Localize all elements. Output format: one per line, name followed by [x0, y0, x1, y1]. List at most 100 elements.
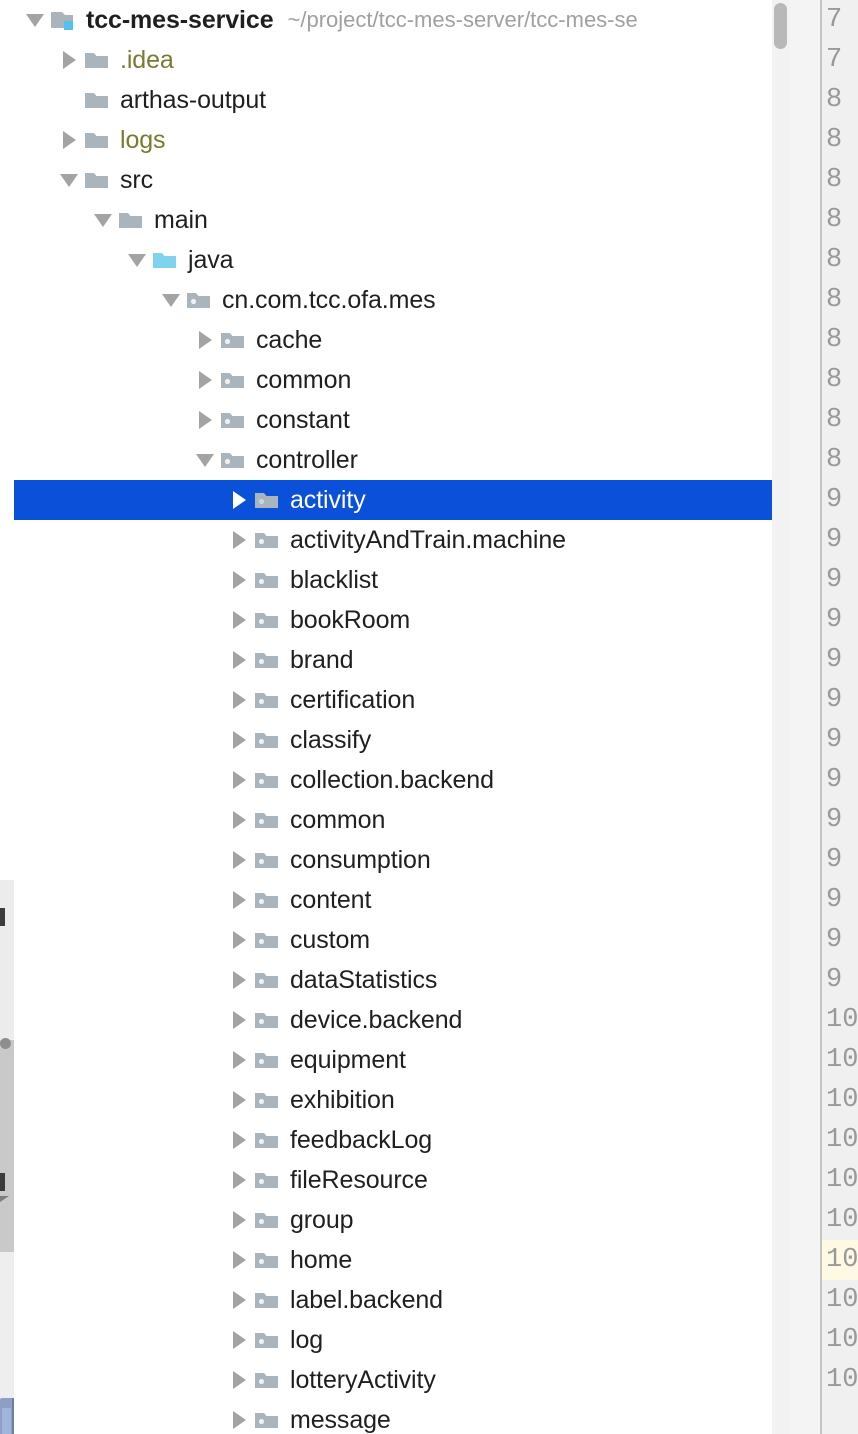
tree-row[interactable]: message — [14, 1400, 790, 1434]
tree-row[interactable]: src — [14, 160, 790, 200]
chevron-right-icon[interactable] — [226, 760, 252, 800]
tree-row[interactable]: exhibition — [14, 1080, 790, 1120]
chevron-right-icon[interactable] — [226, 840, 252, 880]
chevron-right-icon[interactable] — [226, 560, 252, 600]
chevron-right-icon[interactable] — [226, 520, 252, 560]
tree-row[interactable]: dataStatistics — [14, 960, 790, 1000]
tree-row[interactable]: activityAndTrain.machine — [14, 520, 790, 560]
tree-row[interactable]: device.backend — [14, 1000, 790, 1040]
tree-row[interactable]: certification — [14, 680, 790, 720]
chevron-right-icon[interactable] — [226, 1040, 252, 1080]
line-number: 8 — [826, 445, 843, 475]
chevron-down-icon[interactable] — [192, 440, 218, 480]
line-number: 10 — [826, 1085, 858, 1115]
tree-row[interactable]: logs — [14, 120, 790, 160]
line-number: 8 — [826, 125, 843, 155]
tree-row[interactable]: feedbackLog — [14, 1120, 790, 1160]
chevron-down-icon[interactable] — [90, 200, 116, 240]
chevron-right-icon[interactable] — [226, 960, 252, 1000]
sliver-triangle-icon — [0, 1196, 9, 1202]
chevron-right-icon[interactable] — [226, 1080, 252, 1120]
tree-row-label: controller — [256, 446, 358, 474]
tree-row[interactable]: fileResource — [14, 1160, 790, 1200]
line-number: 9 — [826, 685, 843, 715]
chevron-right-icon[interactable] — [226, 1120, 252, 1160]
chevron-right-icon[interactable] — [226, 480, 252, 520]
chevron-right-icon[interactable] — [226, 1400, 252, 1434]
project-tree-panel[interactable]: tcc-mes-service ~/project/tcc-mes-server/… — [14, 0, 790, 1434]
package-icon — [252, 1000, 286, 1040]
tree-row-label: arthas-output — [120, 86, 267, 114]
chevron-right-icon[interactable] — [226, 600, 252, 640]
tree-row[interactable]: collection.backend — [14, 760, 790, 800]
package-icon — [252, 600, 286, 640]
chevron-right-icon[interactable] — [226, 800, 252, 840]
project-tree-scrollbar-thumb[interactable] — [774, 3, 787, 49]
chevron-right-icon[interactable] — [226, 1000, 252, 1040]
line-number: 7 — [826, 5, 843, 35]
project-tree-scrollbar-track[interactable] — [772, 0, 790, 1434]
chevron-down-icon[interactable] — [56, 160, 82, 200]
tree-row-label: group — [290, 1206, 354, 1234]
chevron-right-icon[interactable] — [226, 1160, 252, 1200]
tree-row-selected[interactable]: activity — [14, 480, 790, 520]
line-number: 7 — [826, 45, 843, 75]
tree-row[interactable]: controller — [14, 440, 790, 480]
tree-row[interactable]: cache — [14, 320, 790, 360]
chevron-right-icon[interactable] — [192, 320, 218, 360]
chevron-right-icon[interactable] — [226, 1280, 252, 1320]
tree-row[interactable]: group — [14, 1200, 790, 1240]
tree-row[interactable]: log — [14, 1320, 790, 1360]
tree-row[interactable]: consumption — [14, 840, 790, 880]
tree-row[interactable]: main — [14, 200, 790, 240]
chevron-down-icon[interactable] — [22, 0, 48, 40]
tree-row-label: label.backend — [290, 1286, 443, 1314]
tree-row[interactable]: blacklist — [14, 560, 790, 600]
tree-row[interactable]: custom — [14, 920, 790, 960]
folder-icon — [82, 120, 116, 160]
tree-row[interactable]: cn.com.tcc.ofa.mes — [14, 280, 790, 320]
sliver-circle-icon — [0, 1038, 11, 1049]
tree-row[interactable]: classify — [14, 720, 790, 760]
line-number: 9 — [826, 605, 843, 635]
tree-row[interactable]: tcc-mes-service ~/project/tcc-mes-server/… — [14, 0, 790, 40]
chevron-right-icon[interactable] — [56, 40, 82, 80]
tree-row[interactable]: label.backend — [14, 1280, 790, 1320]
chevron-down-icon[interactable] — [158, 280, 184, 320]
tree-row[interactable]: common — [14, 360, 790, 400]
package-icon — [252, 960, 286, 1000]
tree-row-label: feedbackLog — [290, 1126, 433, 1154]
tree-row[interactable]: equipment — [14, 1040, 790, 1080]
tree-row[interactable]: arthas-output — [14, 80, 790, 120]
tree-row[interactable]: bookRoom — [14, 600, 790, 640]
chevron-right-icon[interactable] — [226, 1360, 252, 1400]
chevron-right-icon[interactable] — [226, 920, 252, 960]
gutter-icon-strip[interactable] — [790, 0, 820, 1434]
tree-row[interactable]: brand — [14, 640, 790, 680]
tree-row-label: cache — [256, 326, 323, 354]
chevron-down-icon[interactable] — [124, 240, 150, 280]
tree-row[interactable]: constant — [14, 400, 790, 440]
package-icon — [252, 840, 286, 880]
tree-row[interactable]: home — [14, 1240, 790, 1280]
package-icon — [252, 760, 286, 800]
chevron-right-icon[interactable] — [192, 360, 218, 400]
chevron-right-icon[interactable] — [226, 1320, 252, 1360]
chevron-right-icon[interactable] — [192, 400, 218, 440]
chevron-right-icon[interactable] — [226, 720, 252, 760]
line-number-column: 7 7 8 8 8 8 8 8 8 8 8 8 9 9 9 9 9 9 9 9 9 9 9 9 9 10 10 10 10 10 10 10 1… — [822, 0, 858, 1434]
tree-row[interactable]: .idea — [14, 40, 790, 80]
chevron-right-icon[interactable] — [226, 680, 252, 720]
chevron-right-icon[interactable] — [226, 1240, 252, 1280]
line-number: 8 — [826, 205, 843, 235]
tree-row[interactable]: content — [14, 880, 790, 920]
chevron-right-icon[interactable] — [226, 1200, 252, 1240]
package-icon — [184, 280, 218, 320]
tree-row[interactable]: lotteryActivity — [14, 1360, 790, 1400]
tree-row[interactable]: common — [14, 800, 790, 840]
chevron-right-icon[interactable] — [56, 120, 82, 160]
chevron-right-icon[interactable] — [226, 640, 252, 680]
tree-row[interactable]: java — [14, 240, 790, 280]
chevron-right-icon[interactable] — [226, 880, 252, 920]
